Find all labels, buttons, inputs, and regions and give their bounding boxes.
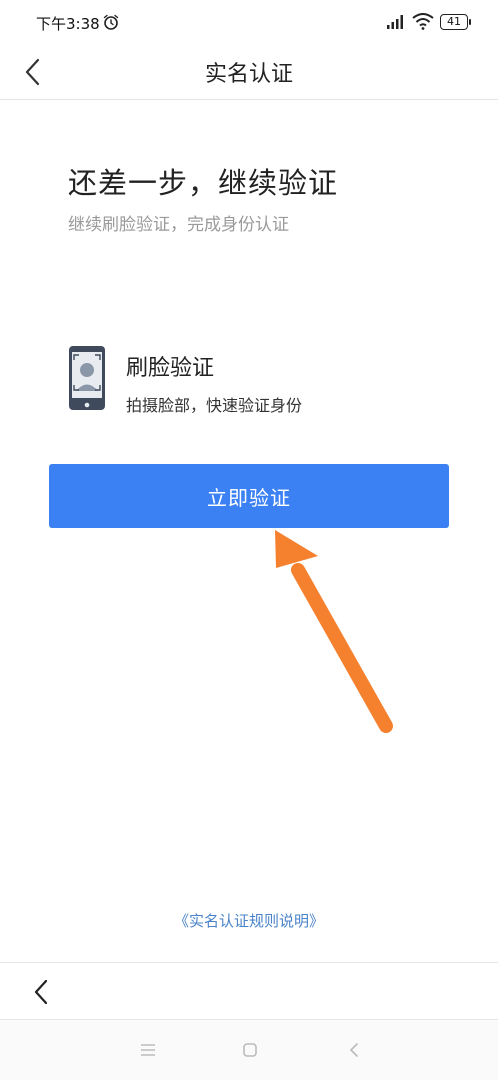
status-time: 下午3:38 bbox=[36, 15, 100, 33]
home-button[interactable] bbox=[238, 1038, 262, 1062]
menu-button[interactable] bbox=[136, 1038, 160, 1062]
page-title: 实名认证 bbox=[204, 62, 293, 87]
bottom-toolbar bbox=[0, 962, 498, 1020]
face-verification-option: 刷脸验证 拍摄脸部，快速验证身份 bbox=[68, 345, 448, 415]
verify-now-button[interactable]: 立即验证 bbox=[49, 464, 449, 528]
alarm-clock-icon bbox=[103, 14, 119, 30]
battery-indicator: 41 bbox=[440, 14, 471, 30]
subline: 继续刷脸验证，完成身份认证 bbox=[68, 215, 289, 235]
system-navigation-bar bbox=[0, 1020, 498, 1080]
method-description: 拍摄脸部，快速验证身份 bbox=[126, 396, 303, 415]
phone-face-scan-icon bbox=[69, 346, 105, 410]
rules-link[interactable]: 《实名认证规则说明》 bbox=[0, 910, 498, 931]
headline: 还差一步，继续验证 bbox=[68, 166, 339, 200]
wifi-icon bbox=[412, 13, 434, 30]
status-bar: 下午3:38 41 bbox=[0, 0, 498, 44]
method-title: 刷脸验证 bbox=[126, 356, 215, 381]
nav-bar: 实名认证 bbox=[0, 44, 498, 100]
menu-icon bbox=[141, 1044, 155, 1056]
chevron-left-icon bbox=[34, 979, 48, 1005]
back-triangle-icon bbox=[349, 1043, 358, 1057]
home-icon bbox=[243, 1043, 257, 1057]
browser-back-button[interactable] bbox=[24, 975, 58, 1009]
signal-strength-icon bbox=[387, 15, 403, 29]
system-back-button[interactable] bbox=[342, 1038, 366, 1062]
